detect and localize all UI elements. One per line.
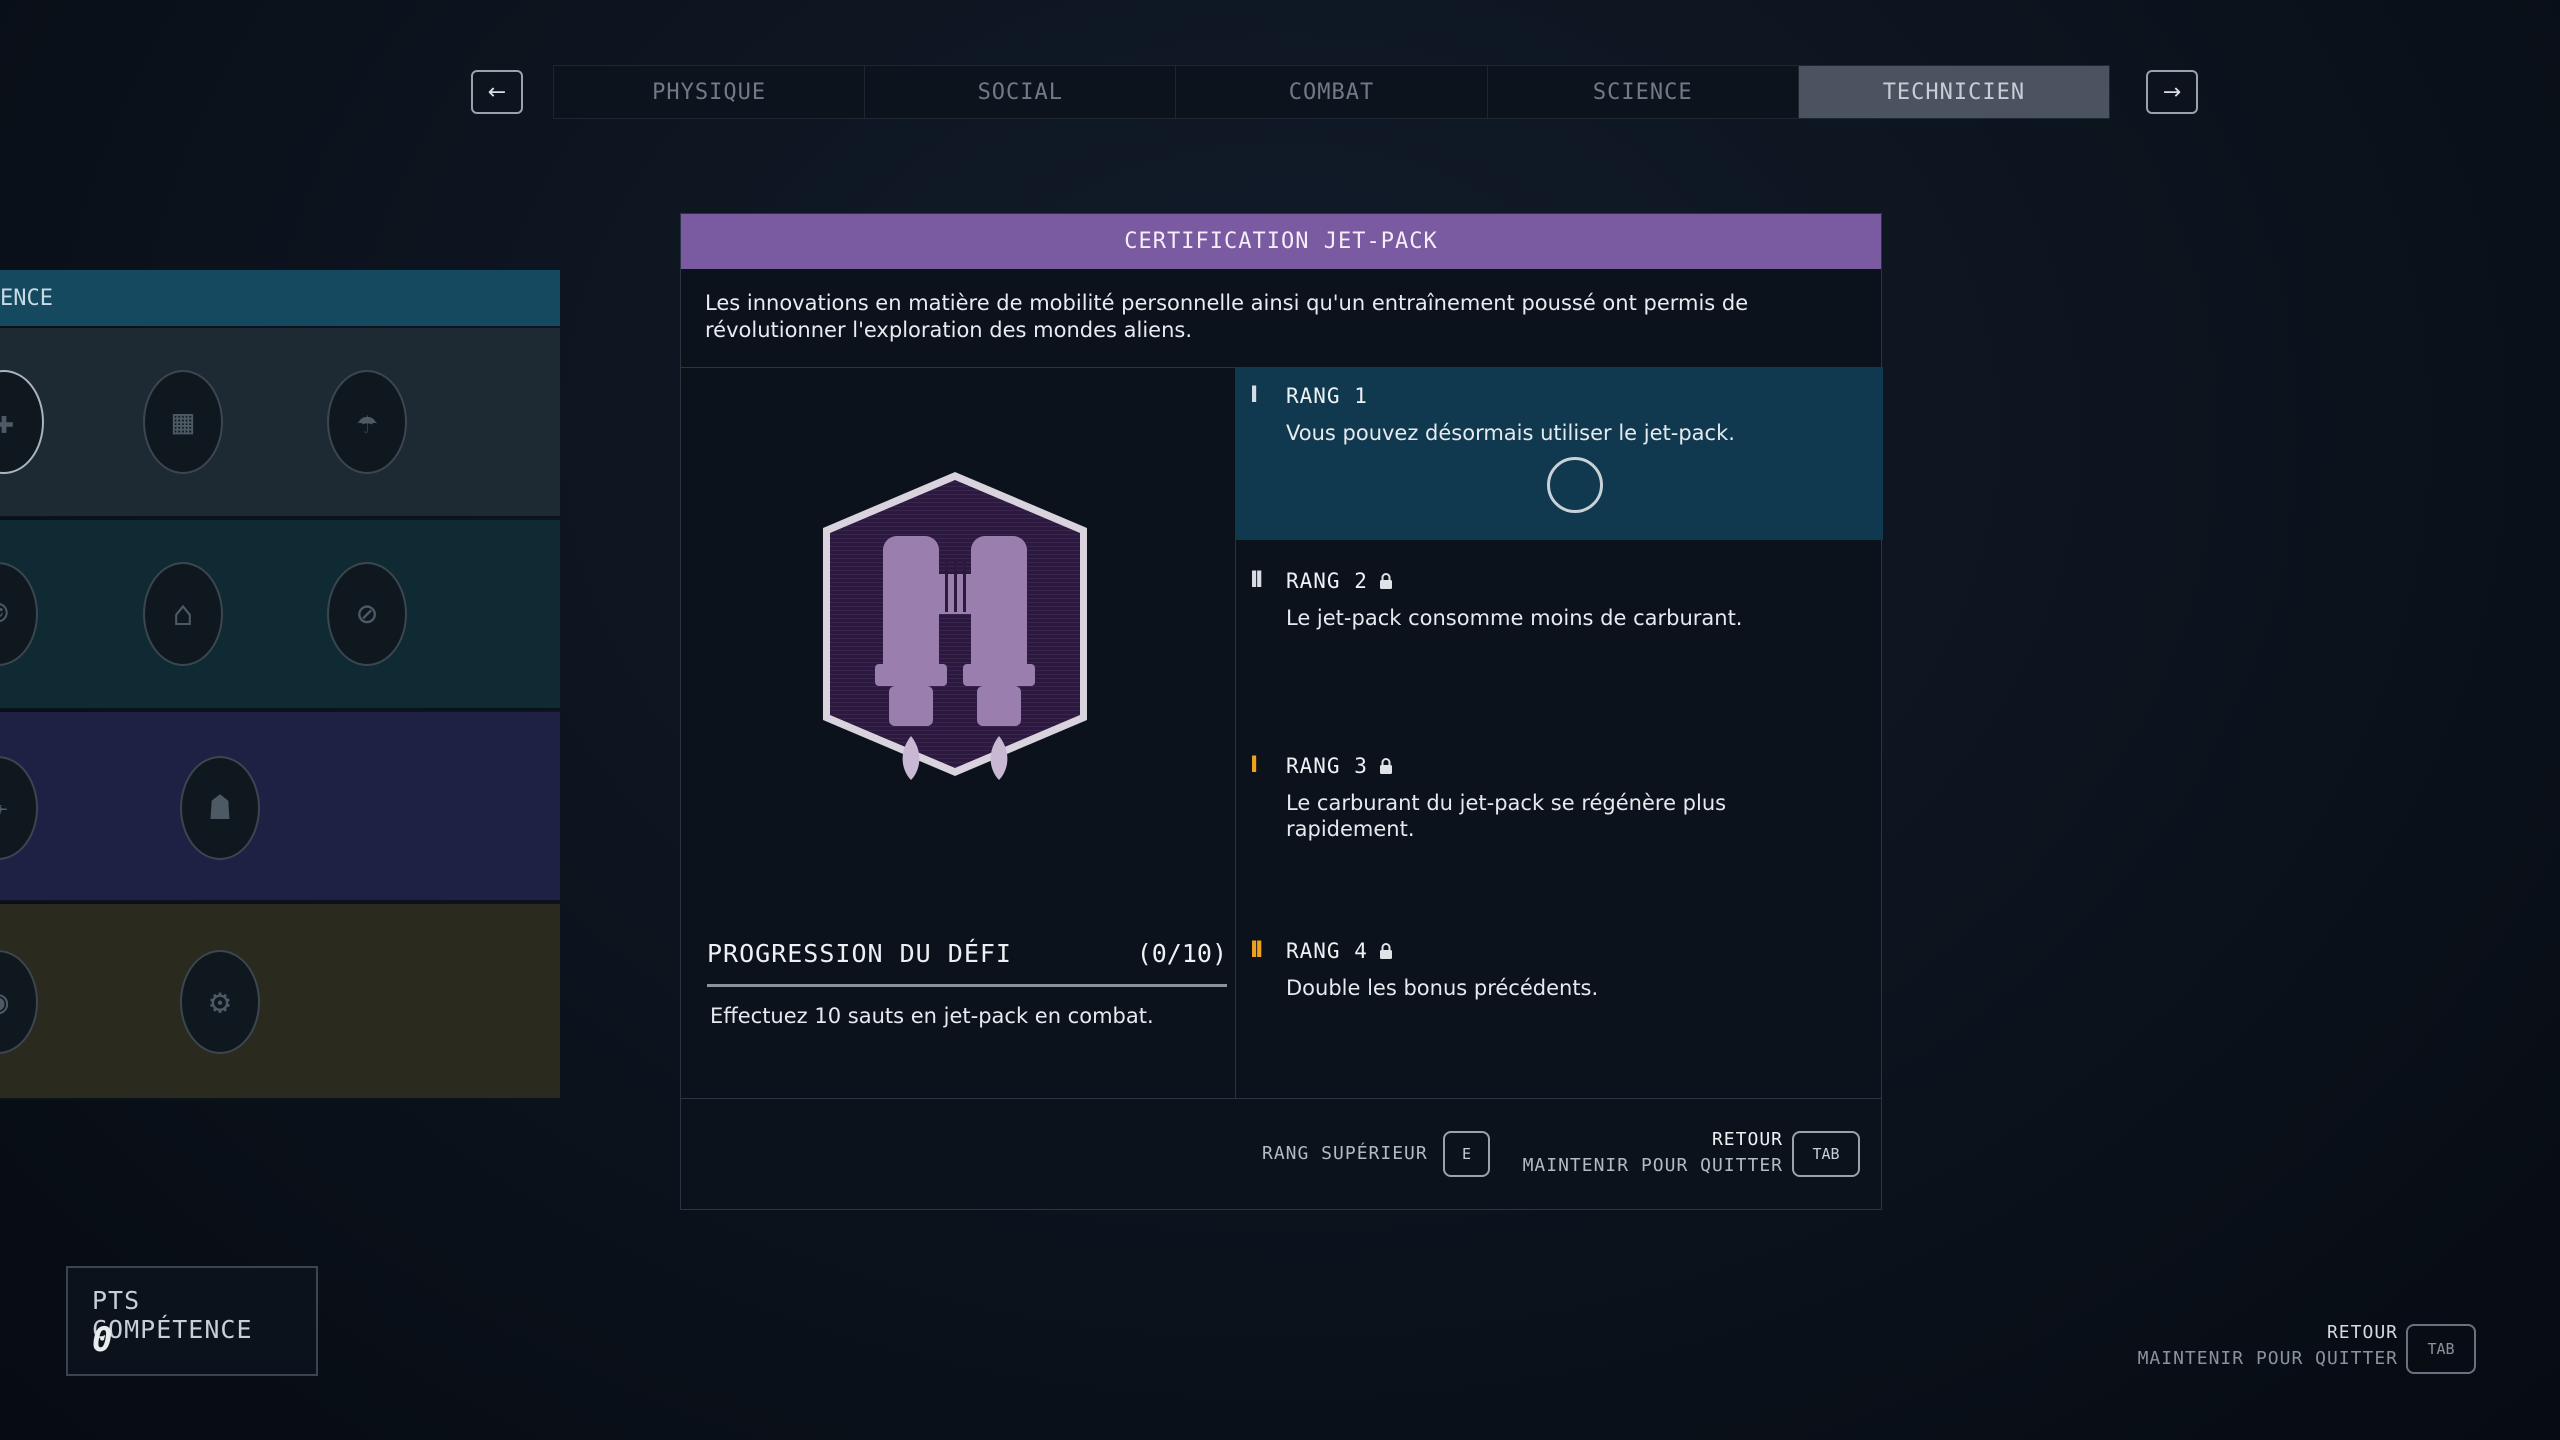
panel-back-key-button[interactable]: TAB [1792, 1131, 1860, 1177]
skill-badge-icon[interactable]: ▦ [143, 370, 223, 474]
skill-title: CERTIFICATION JET-PACK [681, 214, 1881, 269]
skill-badge-icon[interactable]: ☺ [0, 562, 38, 666]
skill-points-value: 0 [92, 1320, 113, 1360]
global-hold-quit-label: MAINTENIR POUR QUITTER [2137, 1348, 2398, 1369]
jetpack-badge-icon [823, 472, 1087, 780]
tab-social[interactable]: SOCIAL [865, 66, 1177, 118]
select-ring-icon[interactable] [1547, 457, 1603, 513]
skill-points-box: PTS COMPÉTENCE 0 [66, 1266, 318, 1376]
lock-icon [1379, 757, 1392, 774]
rank-3-marks: I [1250, 753, 1258, 778]
skill-tree-row: ✚ ▦ ☂ [0, 328, 560, 518]
skill-badge-icon[interactable]: ⚙ [180, 950, 260, 1054]
rank-2-marks: II [1250, 568, 1263, 593]
skill-badge-icon[interactable]: ☂ [327, 370, 407, 474]
rank-1-marks: I [1250, 383, 1258, 408]
panel-back-label: RETOUR [1711, 1129, 1783, 1150]
skill-tree-header: ENCE [0, 270, 560, 326]
global-back-key-button[interactable]: TAB [2406, 1324, 2476, 1374]
rank-2-label: RANG 2 [1286, 568, 1368, 593]
skill-tree-row: ◉ ⚙ [0, 904, 560, 1100]
challenge-progress-count: (0/10) [1136, 939, 1227, 968]
rank-2-description: Le jet-pack consomme moins de carburant. [1286, 606, 1743, 630]
skill-tree-row: ✈ ☗ [0, 712, 560, 902]
rank-2-header[interactable]: II RANG 2 [1250, 568, 1394, 593]
tab-science[interactable]: SCIENCE [1487, 66, 1799, 118]
skill-badge-icon[interactable]: ⊘ [327, 562, 407, 666]
skill-tree-row: ☺ ⌂ ⊘ [0, 520, 560, 710]
global-back-label: RETOUR [2326, 1322, 2398, 1343]
challenge-progress-bar [707, 984, 1227, 987]
rank-1-label: RANG 1 [1286, 383, 1368, 408]
skill-points-label: PTS COMPÉTENCE [92, 1286, 253, 1344]
rank-4-marks: II [1250, 938, 1263, 963]
tab-combat[interactable]: COMBAT [1176, 66, 1488, 118]
lock-icon [1379, 942, 1392, 959]
rank-1-header: I RANG 1 [1250, 383, 1368, 408]
rank-3-description: Le carburant du jet-pack se régénère plu… [1286, 791, 1727, 841]
rank-4-label: RANG 4 [1286, 938, 1368, 963]
challenge-description: Effectuez 10 sauts en jet-pack en combat… [710, 1004, 1154, 1028]
rank-3-header[interactable]: I RANG 3 [1250, 753, 1394, 778]
category-tabs: PHYSIQUE SOCIAL COMBAT SCIENCE TECHNICIE… [553, 65, 2110, 119]
panel-hold-quit-label: MAINTENIR POUR QUITTER [1522, 1155, 1783, 1176]
lock-icon [1379, 572, 1392, 589]
tab-technicien[interactable]: TECHNICIEN [1798, 66, 2110, 118]
rank-1-description: Vous pouvez désormais utiliser le jet-pa… [1286, 421, 1735, 445]
skill-detail-panel: CERTIFICATION JET-PACK Les innovations e… [680, 213, 1883, 1210]
tab-physique[interactable]: PHYSIQUE [554, 66, 866, 118]
skill-badge-icon[interactable]: ✈ [0, 756, 38, 860]
skill-badge-icon[interactable]: ✚ [0, 370, 44, 474]
skill-badge-icon[interactable]: ⌂ [143, 562, 223, 666]
prev-category-button[interactable]: ← [471, 70, 523, 114]
arrow-left-icon: ← [487, 79, 507, 105]
skill-badge-icon[interactable]: ☗ [180, 756, 260, 860]
skill-badge-icon[interactable]: ◉ [0, 950, 38, 1054]
next-category-button[interactable]: → [2146, 70, 2198, 114]
rank-up-label: RANG SUPÉRIEUR [1262, 1143, 1428, 1164]
arrow-right-icon: → [2162, 79, 2182, 105]
skill-description: Les innovations en matière de mobilité p… [705, 291, 1749, 342]
rank-4-description: Double les bonus précédents. [1286, 976, 1599, 1000]
rank-4-header[interactable]: II RANG 4 [1250, 938, 1394, 963]
rank-3-label: RANG 3 [1286, 753, 1368, 778]
